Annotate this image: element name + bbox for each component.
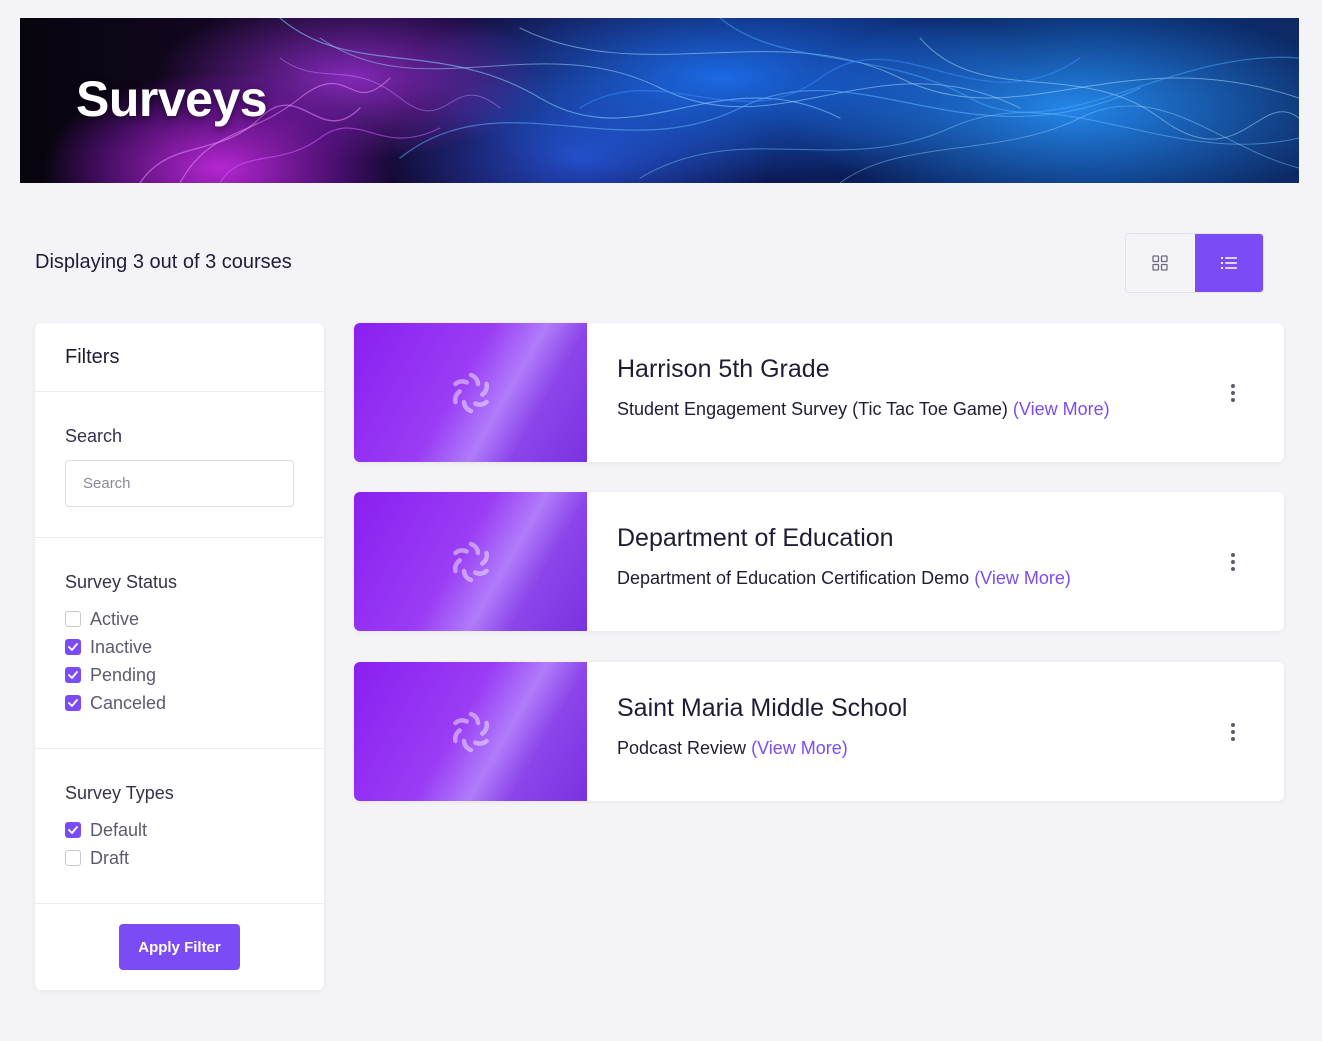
- type-option-label: Default: [90, 819, 148, 840]
- survey-description-text: Department of Education Certification De…: [617, 568, 970, 588]
- apply-filter-button[interactable]: Apply Filter: [119, 924, 240, 970]
- status-checkbox-inactive[interactable]: [65, 639, 81, 655]
- more-vertical-icon[interactable]: [1223, 550, 1243, 574]
- survey-types-label: Survey Types: [65, 783, 174, 803]
- survey-status-label: Survey Status: [65, 572, 178, 592]
- divider: [35, 748, 324, 749]
- status-option-label: Inactive: [90, 636, 153, 657]
- spinner-icon: [452, 711, 489, 752]
- survey-thumbnail: [354, 492, 587, 631]
- survey-card[interactable]: Harrison 5th Grade Student Engagement Su…: [354, 323, 1284, 462]
- status-checkbox-pending[interactable]: [65, 667, 81, 683]
- survey-description-text: Student Engagement Survey (Tic Tac Toe G…: [617, 399, 1008, 419]
- view-more-link[interactable]: (View More): [1013, 399, 1110, 419]
- status-option-pending[interactable]: Pending: [65, 664, 156, 686]
- search-label: Search: [65, 426, 123, 446]
- status-checkbox-canceled[interactable]: [65, 695, 81, 711]
- survey-title: Saint Maria Middle School: [617, 694, 908, 722]
- check-icon: [68, 643, 78, 651]
- survey-thumbnail: [354, 323, 587, 462]
- filters-title: Filters: [65, 346, 120, 368]
- survey-thumbnail: [354, 662, 587, 801]
- grid-icon: [1152, 255, 1168, 271]
- survey-description: Department of Education Certification De…: [617, 568, 1071, 589]
- survey-card[interactable]: Saint Maria Middle School Podcast Review…: [354, 662, 1284, 801]
- spinner-icon: [452, 541, 489, 582]
- type-checkbox-default[interactable]: [65, 822, 81, 838]
- results-count: Displaying 3 out of 3 courses: [35, 251, 292, 273]
- status-option-canceled[interactable]: Canceled: [65, 692, 166, 714]
- type-option-draft[interactable]: Draft: [65, 847, 129, 869]
- status-option-active[interactable]: Active: [65, 608, 139, 630]
- survey-title: Harrison 5th Grade: [617, 355, 830, 383]
- survey-description-text: Podcast Review: [617, 738, 747, 758]
- status-option-label: Pending: [90, 664, 157, 685]
- type-option-label: Draft: [90, 847, 130, 868]
- view-more-link[interactable]: (View More): [974, 568, 1071, 588]
- list-view-button[interactable]: [1194, 234, 1263, 292]
- check-icon: [68, 699, 78, 707]
- search-input[interactable]: [65, 460, 294, 507]
- grid-view-button[interactable]: [1126, 234, 1195, 292]
- type-option-default[interactable]: Default: [65, 819, 147, 841]
- divider: [35, 903, 324, 904]
- spinner-icon: [452, 372, 489, 413]
- divider: [35, 391, 324, 392]
- check-icon: [68, 671, 78, 679]
- survey-card[interactable]: Department of Education Department of Ed…: [354, 492, 1284, 631]
- list-icon: [1220, 257, 1237, 269]
- page-title: Surveys: [76, 71, 268, 127]
- more-vertical-icon[interactable]: [1223, 381, 1243, 405]
- status-checkbox-active[interactable]: [65, 611, 81, 627]
- survey-description: Podcast Review (View More): [617, 738, 848, 759]
- status-option-label: Active: [90, 608, 140, 629]
- view-more-link[interactable]: (View More): [751, 738, 848, 758]
- check-icon: [68, 826, 78, 834]
- more-vertical-icon[interactable]: [1223, 720, 1243, 744]
- filters-panel: Filters Search Survey Status Active Inac…: [35, 323, 324, 990]
- status-option-label: Canceled: [90, 692, 167, 713]
- type-checkbox-draft[interactable]: [65, 850, 81, 866]
- survey-description: Student Engagement Survey (Tic Tac Toe G…: [617, 399, 1110, 420]
- status-option-inactive[interactable]: Inactive: [65, 636, 152, 658]
- view-toggle: [1125, 233, 1264, 293]
- survey-title: Department of Education: [617, 524, 894, 552]
- header-banner: Surveys: [20, 18, 1299, 183]
- divider: [35, 537, 324, 538]
